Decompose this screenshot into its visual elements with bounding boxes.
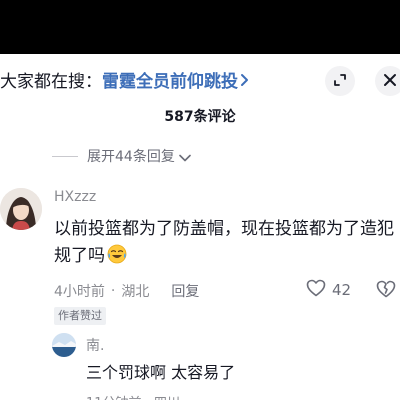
like-count: 42: [332, 281, 352, 299]
search-suggestion[interactable]: 大家都在搜：雷霆全员前仰跳投: [0, 71, 249, 93]
avatar[interactable]: [52, 333, 76, 357]
broken-heart-icon: [376, 280, 396, 302]
avatar[interactable]: [0, 188, 42, 230]
reply-button[interactable]: 回复: [171, 281, 199, 301]
search-prefix: 大家都在搜：: [0, 72, 102, 92]
chevron-down-icon: [179, 147, 191, 166]
comment-text: 以前投篮都为了防盖帽，现在投篮都为了造犯规了吗: [54, 216, 400, 273]
chevron-right-icon: [240, 71, 249, 93]
laughing-crying-emoji-icon: [107, 244, 127, 273]
expand-replies-button[interactable]: 展开44条回复: [52, 146, 191, 166]
expand-replies-label: 展开44条回复: [87, 149, 175, 165]
comment-meta: 4小时前 · 湖北 回复: [54, 281, 199, 301]
reply-username[interactable]: 南.: [86, 335, 104, 355]
comment-username[interactable]: HXzzz: [54, 189, 96, 205]
comment-location: 湖北: [121, 284, 150, 300]
dislike-button[interactable]: [376, 280, 396, 302]
reply-meta: 11分钟前 · 四川: [86, 392, 180, 400]
comment-body: 以前投篮都为了防盖帽，现在投篮都为了造犯规了吗: [54, 219, 394, 266]
close-button[interactable]: [375, 66, 400, 96]
reply-dislike-button[interactable]: [376, 393, 396, 400]
expand-button[interactable]: [325, 66, 355, 96]
close-icon: [383, 72, 397, 91]
reply-text: 三个罚球啊 太容易了: [86, 363, 236, 382]
broken-heart-icon: [376, 393, 396, 400]
meta-separator: ·: [110, 283, 116, 299]
top-black-bar: [0, 0, 400, 54]
comment-count: 587条评论: [164, 109, 236, 125]
search-query-link[interactable]: 雷霆全员前仰跳投: [102, 72, 238, 92]
author-liked-badge: 作者赞过: [54, 307, 106, 325]
divider: [52, 155, 78, 157]
search-suggestion-bar[interactable]: 大家都在搜：雷霆全员前仰跳投: [0, 54, 400, 108]
reply-like-button[interactable]: [330, 393, 350, 400]
comment-time: 4小时前: [54, 284, 105, 300]
heart-icon: [330, 393, 350, 400]
expand-icon: [333, 72, 347, 91]
heart-icon: [306, 279, 326, 301]
like-button[interactable]: 42: [306, 279, 351, 301]
